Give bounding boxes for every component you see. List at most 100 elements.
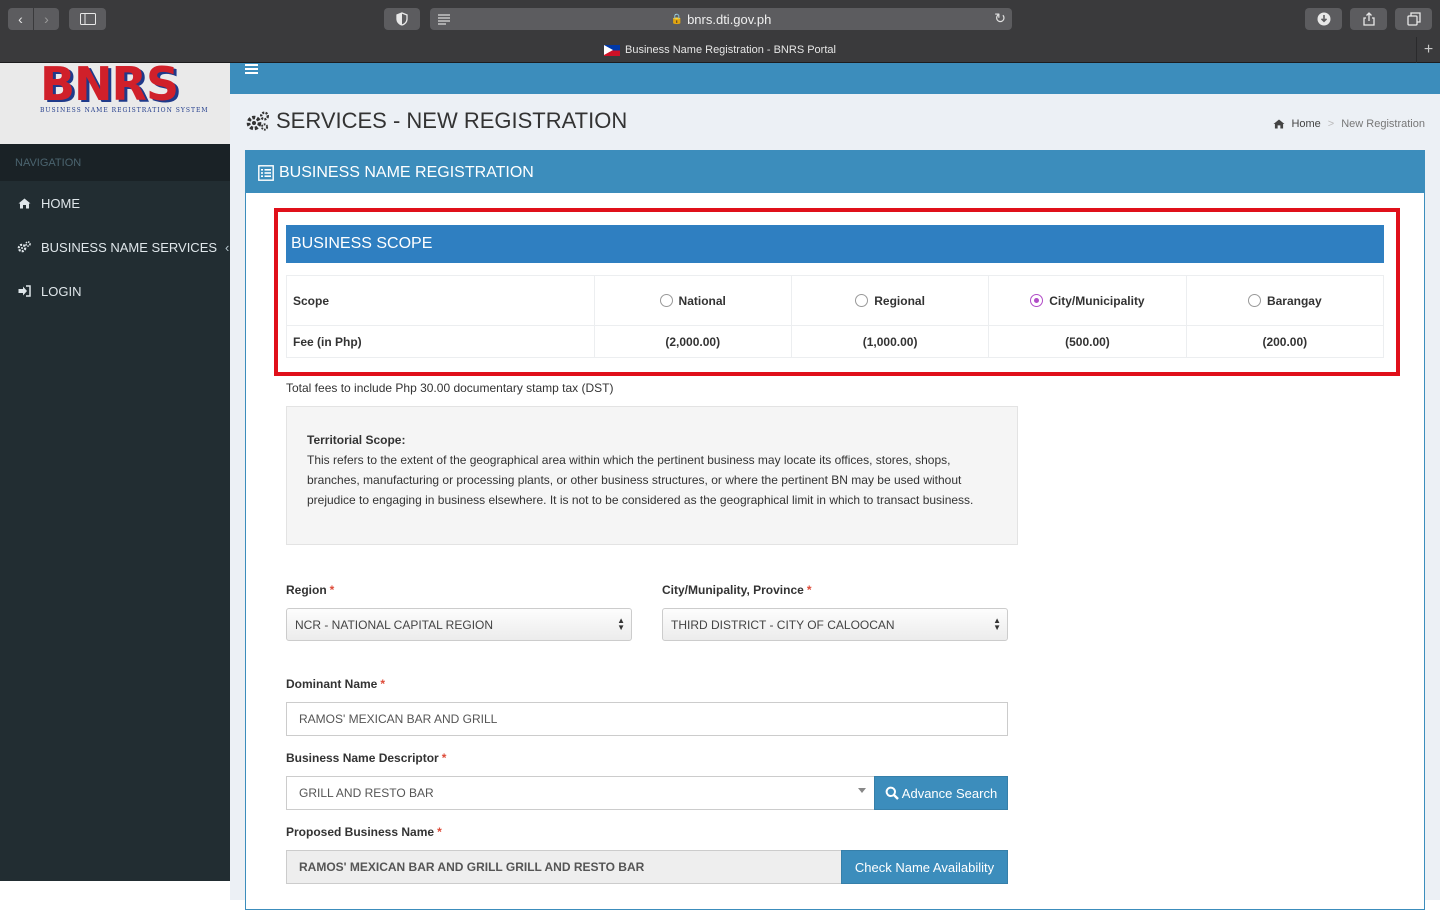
- select-arrows-icon: ▲ ▼: [617, 616, 625, 632]
- top-navbar: [230, 63, 1440, 94]
- new-tab-icon[interactable]: +: [1416, 37, 1440, 63]
- option-label: National: [678, 293, 726, 308]
- sidebar-toggle-icon[interactable]: [69, 8, 106, 30]
- browser-chrome: ‹ › 🔒 bnrs.dti.gov.ph ↻ Business Name Re…: [0, 0, 1440, 63]
- scope-option-barangay[interactable]: Barangay: [1185, 275, 1385, 326]
- search-icon: [885, 786, 899, 800]
- required-mark: *: [441, 751, 447, 765]
- breadcrumb: Home > New Registration: [1273, 118, 1425, 130]
- dominant-name-label: Dominant Name *: [286, 677, 385, 691]
- list-alt-icon: [258, 165, 274, 181]
- label-text: Region: [286, 583, 327, 597]
- tab-title: Business Name Registration - BNRS Portal: [625, 44, 836, 56]
- logo-subtitle: BUSINESS NAME REGISTRATION SYSTEM: [40, 107, 209, 114]
- sidebar-item-label: BUSINESS NAME SERVICES: [41, 239, 218, 255]
- territorial-text: This refers to the extent of the geograp…: [307, 453, 974, 507]
- url-text: bnrs.dti.gov.ph: [687, 11, 772, 27]
- radio-regional[interactable]: [855, 293, 869, 307]
- download-icon[interactable]: [1305, 8, 1342, 30]
- city-select[interactable]: THIRD DISTRICT - CITY OF CALOOCAN ▲ ▼: [662, 608, 1008, 641]
- label-text: City/Munipality, Province: [662, 583, 804, 597]
- shield-icon[interactable]: [384, 8, 420, 30]
- option-label: Barangay: [1266, 293, 1322, 308]
- sidebar-item-login[interactable]: LOGIN: [0, 269, 230, 313]
- advance-search-label: Advance Search: [901, 785, 998, 801]
- city-value: THIRD DISTRICT - CITY OF CALOOCAN: [671, 617, 895, 632]
- region-label: Region *: [286, 583, 334, 597]
- territorial-heading: Territorial Scope:: [307, 433, 406, 447]
- page-title: SERVICES - NEW REGISTRATION: [245, 108, 627, 134]
- sidebar-item-business-name-services[interactable]: BUSINESS NAME SERVICES ‹: [0, 225, 230, 269]
- page-title-text: SERVICES - NEW REGISTRATION: [276, 108, 628, 133]
- scope-label: Scope: [286, 275, 595, 326]
- content-wrapper: SERVICES - NEW REGISTRATION Home > New R…: [230, 94, 1440, 910]
- required-mark: *: [380, 677, 386, 691]
- ph-flag-icon: [604, 44, 621, 56]
- region-value: NCR - NATIONAL CAPITAL REGION: [295, 617, 494, 632]
- scope-option-regional[interactable]: Regional: [790, 275, 990, 326]
- descriptor-value: GRILL AND RESTO BAR: [299, 786, 434, 800]
- required-mark: *: [437, 825, 442, 839]
- sidebar-item-label: LOGIN: [41, 283, 82, 299]
- reader-icon[interactable]: [436, 11, 452, 27]
- check-name-availability-button[interactable]: Check Name Availability: [841, 850, 1008, 884]
- option-label: City/Municipality: [1049, 293, 1145, 308]
- box-title: BUSINESS NAME REGISTRATION: [279, 164, 534, 181]
- sidebar-item-label: HOME: [41, 195, 80, 211]
- table-row: Scope National Regional City/Municipalit…: [286, 275, 1385, 326]
- breadcrumb-separator: >: [1327, 118, 1335, 130]
- active-tab[interactable]: Business Name Registration - BNRS Portal: [0, 37, 1440, 63]
- fee-label: Fee (in Php): [286, 325, 595, 358]
- fee-national: (2,000.00): [593, 325, 792, 358]
- caret-down-icon: [858, 788, 866, 793]
- radio-city-municipality[interactable]: [1030, 293, 1044, 307]
- breadcrumb-current: New Registration: [1341, 118, 1425, 130]
- proposed-name-input: RAMOS' MEXICAN BAR AND GRILL GRILL AND R…: [286, 850, 842, 884]
- breadcrumb-home[interactable]: Home: [1291, 118, 1320, 130]
- bnrs-logo[interactable]: BNRS BUSINESS NAME REGISTRATION SYSTEM: [0, 63, 230, 144]
- radio-national[interactable]: [659, 293, 673, 307]
- history-nav: ‹ ›: [8, 8, 59, 30]
- lock-icon: 🔒: [670, 13, 684, 25]
- label-text: Proposed Business Name: [286, 825, 435, 839]
- back-icon[interactable]: ‹: [8, 8, 33, 30]
- home-icon: [1273, 119, 1285, 129]
- dominant-name-value: RAMOS' MEXICAN BAR AND GRILL: [299, 712, 498, 726]
- sidebar: BNRS BUSINESS NAME REGISTRATION SYSTEM N…: [0, 63, 230, 881]
- territorial-scope-info: Territorial Scope: This refers to the ex…: [286, 406, 1018, 545]
- descriptor-select[interactable]: GRILL AND RESTO BAR: [286, 776, 875, 810]
- fee-regional: (1,000.00): [790, 325, 990, 358]
- share-icon[interactable]: [1350, 8, 1387, 30]
- logo-text: BNRS: [40, 63, 179, 111]
- fee-barangay: (200.00): [1185, 325, 1385, 358]
- home-icon: [17, 196, 31, 210]
- dst-note: Total fees to include Php 30.00 document…: [286, 381, 614, 395]
- business-scope-header: BUSINESS SCOPE: [286, 225, 1384, 263]
- required-mark: *: [806, 583, 812, 597]
- sidebar-item-home[interactable]: HOME: [0, 181, 230, 225]
- select-arrows-icon: ▲ ▼: [993, 616, 1001, 632]
- box-header: BUSINESS NAME REGISTRATION: [246, 153, 1424, 193]
- scope-option-city-municipality[interactable]: City/Municipality: [988, 275, 1187, 326]
- check-availability-label: Check Name Availability: [854, 859, 995, 875]
- hamburger-icon[interactable]: [245, 64, 258, 74]
- address-bar[interactable]: 🔒 bnrs.dti.gov.ph ↻: [430, 8, 1012, 30]
- forward-icon[interactable]: ›: [33, 8, 59, 30]
- dominant-name-input[interactable]: RAMOS' MEXICAN BAR AND GRILL: [286, 702, 1008, 736]
- radio-barangay[interactable]: [1247, 293, 1261, 307]
- city-label: City/Munipality, Province *: [662, 583, 811, 597]
- chevron-left-icon: ‹: [225, 239, 230, 255]
- option-label: Regional: [874, 293, 925, 308]
- advance-search-button[interactable]: Advance Search: [874, 776, 1008, 810]
- fee-city-municipality: (500.00): [988, 325, 1187, 358]
- registration-box: BUSINESS NAME REGISTRATION BUSINESS SCOP…: [245, 150, 1425, 910]
- scope-option-national[interactable]: National: [593, 275, 792, 326]
- tabs-overview-icon[interactable]: [1395, 8, 1432, 30]
- descriptor-label: Business Name Descriptor *: [286, 751, 446, 765]
- gears-icon: [246, 111, 270, 131]
- proposed-name-label: Proposed Business Name *: [286, 825, 442, 839]
- label-text: Dominant Name: [286, 677, 378, 691]
- table-row: Fee (in Php) (2,000.00) (1,000.00) (500.…: [286, 325, 1385, 358]
- reload-icon[interactable]: ↻: [994, 10, 1006, 27]
- region-select[interactable]: NCR - NATIONAL CAPITAL REGION ▲ ▼: [286, 608, 632, 641]
